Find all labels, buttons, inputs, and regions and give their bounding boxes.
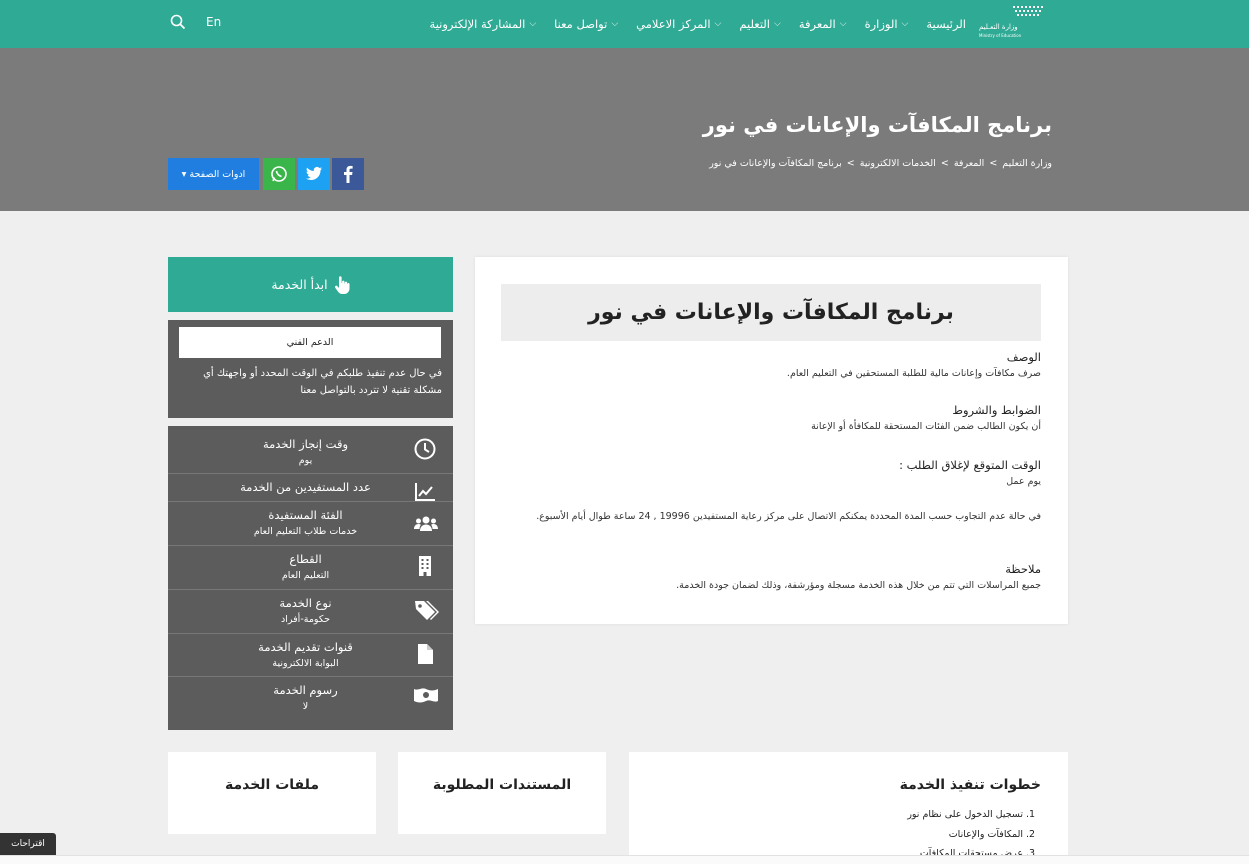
chart-icon bbox=[415, 483, 435, 501]
service-steps-title: خطوات تنفيذ الخدمة bbox=[899, 777, 1041, 793]
chevron-down-icon: ⌵ bbox=[714, 19, 722, 29]
info-label: قنوات تقديم الخدمة bbox=[258, 640, 353, 654]
language-switch[interactable]: En bbox=[206, 15, 221, 29]
service-files-card: ملفات الخدمة bbox=[168, 752, 376, 834]
page-header: برنامج المكافآت والإعانات في نور وزارة ا… bbox=[0, 48, 1249, 211]
support-panel: الدعم الفني في حال عدم تنفيذ طلبكم في ال… bbox=[168, 320, 453, 418]
breadcrumb: وزارة التعليم > المعرفة > الخدمات الالكت… bbox=[709, 158, 1052, 169]
svg-text:وزارة التعـليم: وزارة التعـليم bbox=[979, 23, 1018, 31]
info-label: الفئة المستفيدة bbox=[268, 508, 343, 522]
service-title: برنامج المكافآت والإعانات في نور bbox=[501, 284, 1041, 341]
info-row-service-fees: رسوم الخدمة لا bbox=[168, 677, 453, 730]
section-expected-time: الوقت المتوقع لإغلاق الطلب : يوم عمل bbox=[501, 457, 1041, 490]
support-text: في حال عدم تنفيذ طلبكم في الوقت المحدد أ… bbox=[203, 368, 442, 396]
clock-icon bbox=[414, 438, 436, 460]
page-tools-button[interactable]: ▾ ادوات الصفحة bbox=[168, 158, 259, 190]
section-contact-note: في حالة عدم التجاوب حسب المدة المحددة يم… bbox=[501, 508, 1041, 525]
info-row-beneficiaries-count: عدد المستفيدين من الخدمة bbox=[168, 474, 453, 502]
section-body: صرف مكافآت وإعانات مالية للطلبة المستحقي… bbox=[786, 368, 1041, 379]
menu-ministry[interactable]: الوزارة ⌵ bbox=[865, 17, 909, 31]
facebook-share-button[interactable] bbox=[332, 158, 364, 190]
breadcrumb-separator: > bbox=[989, 158, 998, 169]
technical-support-button[interactable]: الدعم الفني bbox=[179, 327, 441, 358]
page-title: برنامج المكافآت والإعانات في نور bbox=[702, 113, 1052, 137]
required-documents-card: المستندات المطلوبة bbox=[398, 752, 606, 834]
section-note: ملاحظة جميع المراسلات التي تتم من خلال ه… bbox=[501, 561, 1041, 594]
users-icon bbox=[414, 516, 438, 531]
info-value: البوابة الالكترونية bbox=[272, 658, 339, 669]
menu-education[interactable]: التعليم ⌵ bbox=[739, 17, 780, 31]
info-value: حكومة-أفراد bbox=[281, 614, 330, 625]
info-label: عدد المستفيدين من الخدمة bbox=[240, 480, 371, 494]
service-files-title: ملفات الخدمة bbox=[224, 777, 320, 793]
info-row-service-type: نوع الخدمة حكومة-أفراد bbox=[168, 590, 453, 634]
facebook-icon bbox=[344, 165, 353, 183]
step-item: تسجيل الدخول على نظام نور bbox=[907, 805, 1023, 825]
twitter-icon bbox=[306, 166, 322, 181]
start-service-label: ابدأ الخدمة bbox=[271, 277, 328, 292]
service-description-card: برنامج المكافآت والإعانات في نور الوصف ص… bbox=[475, 257, 1068, 624]
menu-home[interactable]: الرئيسية bbox=[926, 17, 966, 31]
breadcrumb-item[interactable]: وزارة التعليم bbox=[1002, 158, 1052, 169]
search-icon[interactable] bbox=[170, 14, 186, 30]
info-label: رسوم الخدمة bbox=[273, 683, 338, 697]
breadcrumb-item[interactable]: المعرفة bbox=[954, 158, 985, 169]
start-service-button[interactable]: ابدأ الخدمة bbox=[168, 257, 453, 312]
service-info-list: وقت إنجاز الخدمة يوم عدد المستفيدين من ال… bbox=[168, 426, 453, 730]
section-body: جميع المراسلات التي تتم من خلال هذه الخد… bbox=[676, 580, 1041, 591]
info-label: القطاع bbox=[289, 552, 322, 566]
twitter-share-button[interactable] bbox=[298, 158, 330, 190]
info-row-target-group: الفئة المستفيدة خدمات طلاب التعليم العام bbox=[168, 502, 453, 546]
whatsapp-share-button[interactable] bbox=[263, 158, 295, 190]
section-description: الوصف صرف مكافآت وإعانات مالية للطلبة ال… bbox=[501, 349, 1041, 382]
whatsapp-icon bbox=[271, 166, 287, 182]
caret-down-icon: ▾ bbox=[181, 168, 187, 180]
section-heading: الوقت المتوقع لإغلاق الطلب : bbox=[899, 458, 1041, 472]
info-value: التعليم العام bbox=[281, 570, 330, 581]
page-tools-label: ادوات الصفحة bbox=[189, 168, 246, 180]
section-heading: الضوابط والشروط bbox=[952, 403, 1041, 417]
info-label: نوع الخدمة bbox=[279, 596, 332, 610]
tags-icon bbox=[415, 601, 439, 620]
step-item: المكافآت والإعانات bbox=[907, 825, 1023, 845]
breadcrumb-item[interactable]: الخدمات الالكترونية bbox=[860, 158, 936, 169]
info-value: لا bbox=[302, 701, 309, 712]
breadcrumb-separator: > bbox=[940, 158, 949, 169]
menu-e-participation[interactable]: المشاركة الإلكترونية ⌵ bbox=[430, 17, 537, 31]
chevron-down-icon: ⌵ bbox=[901, 19, 909, 29]
ministry-logo[interactable]: وزارة التعـليم Ministry of Education bbox=[975, 4, 1047, 40]
hand-pointer-icon bbox=[334, 275, 350, 294]
chevron-down-icon: ⌵ bbox=[611, 19, 619, 29]
chevron-down-icon: ⌵ bbox=[529, 19, 537, 29]
chevron-down-icon: ⌵ bbox=[774, 19, 781, 29]
menu-media-center[interactable]: المركز الاعلامي ⌵ bbox=[636, 17, 721, 31]
info-row-sector: القطاع التعليم العام bbox=[168, 546, 453, 590]
section-body: في حالة عدم التجاوب حسب المدة المحددة يم… bbox=[536, 511, 1041, 522]
chevron-down-icon: ⌵ bbox=[839, 19, 847, 29]
page-bottom-edge bbox=[0, 855, 1249, 864]
menu-contact[interactable]: تواصل معنا ⌵ bbox=[554, 17, 618, 31]
info-row-delivery-channels: قنوات تقديم الخدمة البوابة الالكترونية bbox=[168, 634, 453, 677]
breadcrumb-separator: > bbox=[846, 158, 855, 169]
section-heading: ملاحظة bbox=[1005, 562, 1041, 576]
section-heading: الوصف bbox=[1006, 350, 1041, 364]
info-label: وقت إنجاز الخدمة bbox=[262, 437, 348, 451]
top-navbar: وزارة التعـليم Ministry of Education الر… bbox=[0, 0, 1249, 48]
service-steps-card: خطوات تنفيذ الخدمة تسجيل الدخول على نظام… bbox=[629, 752, 1068, 864]
info-row-completion-time: وقت إنجاز الخدمة يوم bbox=[168, 426, 453, 474]
suggestions-tab[interactable]: اقتراحات bbox=[0, 833, 56, 855]
breadcrumb-current: برنامج المكافآت والإعانات في نور bbox=[709, 158, 842, 169]
main-menu: الرئيسية الوزارة ⌵ المعرفة ⌵ التعليم ⌵ المر… bbox=[430, 0, 966, 48]
required-documents-title: المستندات المطلوبة bbox=[432, 777, 572, 793]
section-conditions: الضوابط والشروط أن يكون الطالب ضمن الفئا… bbox=[501, 402, 1041, 435]
building-icon bbox=[419, 556, 431, 576]
svg-text:Ministry of Education: Ministry of Education bbox=[979, 33, 1022, 38]
info-value: يوم bbox=[298, 455, 313, 466]
section-body: أن يكون الطالب ضمن الفئات المستحقة للمكا… bbox=[811, 421, 1041, 432]
money-icon bbox=[414, 688, 438, 703]
file-icon bbox=[418, 644, 433, 664]
info-value: خدمات طلاب التعليم العام bbox=[253, 526, 358, 537]
section-body: يوم عمل bbox=[1006, 476, 1041, 487]
menu-knowledge[interactable]: المعرفة ⌵ bbox=[799, 17, 847, 31]
